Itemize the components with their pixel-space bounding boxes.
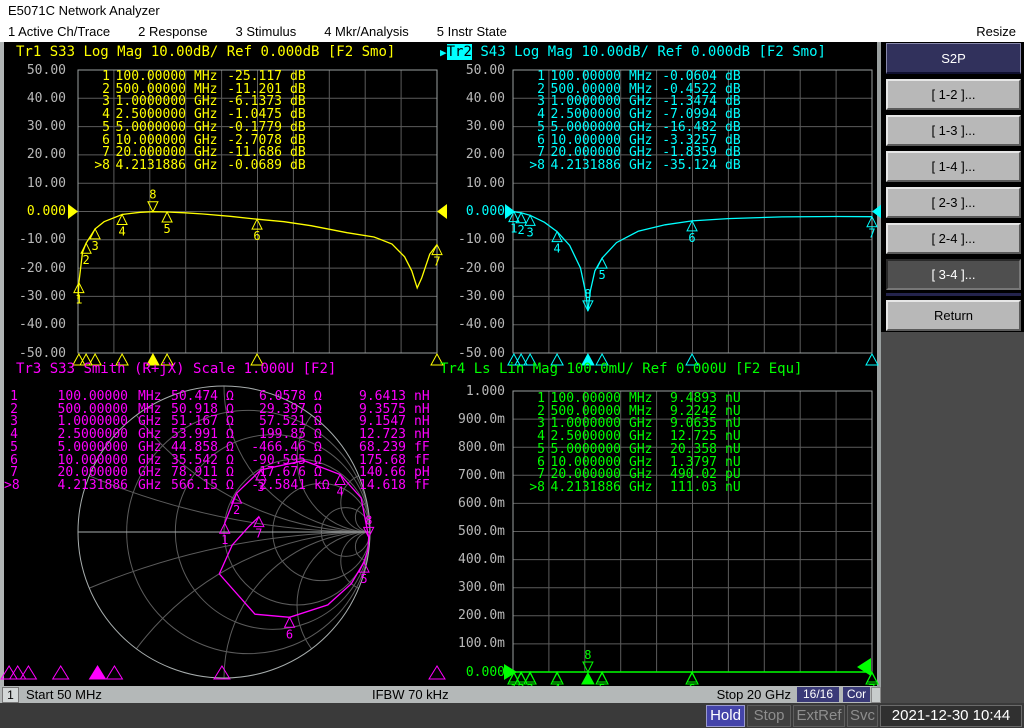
display-area xyxy=(0,42,877,686)
menu-item-2[interactable]: 2 Response xyxy=(138,21,207,42)
softkey-button-4[interactable]: [ 1-4 ]... xyxy=(886,151,1021,182)
resize-button[interactable]: Resize xyxy=(976,21,1016,42)
softkey-sidebar: S2P [ 1-2 ]... [ 1-3 ]... [ 1-4 ]... [ 2-3 ]… xyxy=(881,42,1024,703)
softkey-divider xyxy=(886,293,1021,296)
menu-items: 1 Active Ch/Trace 2 Response 3 Stimulus 4 M… xyxy=(8,21,507,42)
display-left-border xyxy=(0,42,4,703)
softkey-button-2[interactable]: [ 1-2 ]... xyxy=(886,79,1021,110)
points-badge: 16/16 xyxy=(797,687,839,702)
channel-number: 1 xyxy=(2,687,19,703)
menu-item-1[interactable]: 1 Active Ch/Trace xyxy=(8,21,110,42)
datetime-display: 2021-12-30 10:44 xyxy=(880,705,1022,727)
start-frequency: Start 50 MHz xyxy=(26,687,102,702)
extref-indicator: ExtRef xyxy=(793,705,845,727)
softkey-button-8[interactable]: Return xyxy=(886,300,1021,331)
stop-indicator: Stop xyxy=(747,705,791,727)
ifbw-value: IFBW 70 kHz xyxy=(372,687,449,702)
hold-indicator: Hold xyxy=(706,705,745,727)
instrument-status-bar: Hold Stop ExtRef Svc 2021-12-30 10:44 xyxy=(0,703,1024,728)
softkey-button-3[interactable]: [ 1-3 ]... xyxy=(886,115,1021,146)
menu-bar: 1 Active Ch/Trace 2 Response 3 Stimulus 4 M… xyxy=(0,21,1024,42)
sidebar-filler xyxy=(881,332,1024,703)
stop-frequency: Stop 20 GHz xyxy=(717,687,791,702)
menu-item-4[interactable]: 4 Mkr/Analysis xyxy=(324,21,409,42)
status-bar: 1 Start 50 MHz IFBW 70 kHz Stop 20 GHz 1… xyxy=(0,686,877,703)
window-title: E5071C Network Analyzer xyxy=(0,0,1024,21)
softkey-button-7[interactable]: [ 3-4 ]... xyxy=(886,259,1021,290)
analyzer-screen: E5071C Network Analyzer 1 Active Ch/Trac… xyxy=(0,0,1024,728)
status-spacer-box xyxy=(871,687,881,703)
softkey-button-5[interactable]: [ 2-3 ]... xyxy=(886,187,1021,218)
softkey-menu: S2P [ 1-2 ]... [ 1-3 ]... [ 1-4 ]... [ 2-3 ]… xyxy=(886,43,1021,336)
softkey-button-1: S2P xyxy=(886,43,1021,74)
menu-item-3[interactable]: 3 Stimulus xyxy=(236,21,297,42)
softkey-button-6[interactable]: [ 2-4 ]... xyxy=(886,223,1021,254)
correction-badge: Cor xyxy=(843,687,870,702)
menu-item-5[interactable]: 5 Instr State xyxy=(437,21,507,42)
svc-indicator: Svc xyxy=(847,705,878,727)
